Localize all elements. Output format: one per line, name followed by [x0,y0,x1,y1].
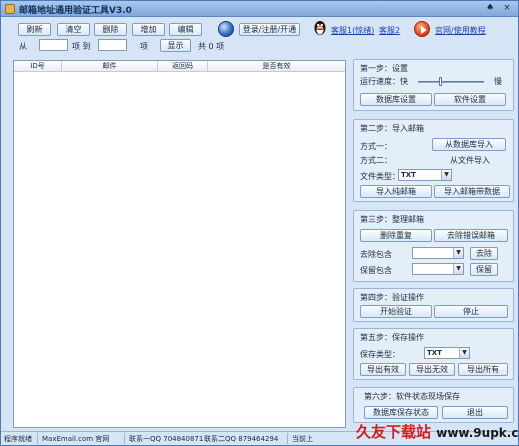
import-from-db-button[interactable]: 从数据库导入 [432,138,506,151]
save-state-button[interactable]: 数据库保存状态 [364,406,438,419]
chevron-down-icon[interactable]: ▼ [453,248,463,258]
total-count: 共 0 项 [198,42,225,51]
remove-button[interactable]: 去除 [470,247,498,260]
remove-contains-select[interactable]: ▼ [412,247,464,259]
method1-label: 方式一： [360,142,392,151]
speed-slider[interactable] [418,81,484,83]
play-icon [414,21,430,37]
status-qq2: 联系二QQ 879464294 [204,435,279,443]
method2-label: 方式二： [360,156,392,165]
from-label: 从 [19,42,27,51]
col-code[interactable]: 返回码 [158,61,208,72]
export-all-button[interactable]: 导出所有 [458,363,508,376]
delete-button[interactable]: 删除 [94,23,127,36]
db-settings-button[interactable]: 数据库设置 [360,93,432,106]
export-valid-button[interactable]: 导出有效 [360,363,406,376]
step2-title: 第二步：导入邮箱 [360,124,424,133]
table-header: ID号 邮件 返回码 是否有效 [14,61,345,72]
help-icon[interactable]: ♠ [484,3,496,14]
show-button[interactable]: 显示 [160,39,191,52]
col-email[interactable]: 邮件 [62,61,158,72]
export-invalid-button[interactable]: 导出无效 [409,363,455,376]
step5-panel: 第五步：保存操作 保存类型： TXT ▼ 导出有效 导出无效 导出所有 [353,328,514,380]
exit-button[interactable]: 退出 [442,406,508,419]
edit-button[interactable]: 编辑 [169,23,202,36]
chevron-down-icon[interactable]: ▼ [453,264,463,274]
app-icon [5,4,15,14]
step6-title: 第六步：软件状态现场保存 [364,392,460,401]
to-label: 项 到 [72,42,91,51]
website-link[interactable]: 官网/使用教程 [435,25,486,36]
status-qq1: 联系一QQ 704840871 [129,435,204,443]
remove-contains-label: 去除包含 [360,250,392,259]
globe-icon [218,21,234,37]
slow-label: 慢 [494,77,502,86]
step1-title: 第一步：设置 [360,64,408,73]
start-verify-button[interactable]: 开始验证 [360,305,432,318]
service1-link[interactable]: 客服1(惊绪) [331,25,374,36]
login-button[interactable]: 登录/注册/开通 [239,23,300,36]
step3-panel: 第三步：整理邮箱 删除重复 去除错误邮箱 去除包含 ▼ 去除 保留包含 ▼ 保留 [353,210,514,282]
service2-link[interactable]: 客服2 [379,25,400,36]
col-id[interactable]: ID号 [14,61,62,72]
window-title: 邮箱地址通用验证工具V3.0 [19,6,132,16]
close-icon[interactable]: × [501,3,513,14]
keep-contains-label: 保留包含 [360,266,392,275]
keep-contains-select[interactable]: ▼ [412,263,464,275]
import-mail-button[interactable]: 导入纯邮箱 [360,185,432,198]
save-type-label: 保存类型： [360,350,400,359]
keep-button[interactable]: 保留 [470,263,498,276]
watermark-url: www.9upk.com [436,426,519,440]
speed-label: 运行速度：快 [360,77,408,86]
remove-invalid-button[interactable]: 去除错误邮箱 [434,229,508,242]
item-label: 项 [140,42,148,51]
import-mail-data-button[interactable]: 导入邮箱带数据 [434,185,510,198]
clear-button[interactable]: 清空 [57,23,90,36]
step3-title: 第三步：整理邮箱 [360,215,424,224]
divider [287,433,288,444]
step2-panel: 第二步：导入邮箱 方式一： 从数据库导入 方式二： 从文件导入 文件类型： TX… [353,119,514,202]
status-current: 当前上 [292,435,313,443]
email-table[interactable]: ID号 邮件 返回码 是否有效 [13,60,346,428]
app-window: 邮箱地址通用验证工具V3.0 ♠ × 刷新 清空 删除 增加 编辑 登录/注册/… [0,0,519,446]
divider [124,433,125,444]
from-input[interactable] [39,39,68,51]
dedupe-button[interactable]: 删除重复 [360,229,432,242]
to-input[interactable] [98,39,127,51]
refresh-button[interactable]: 刷新 [18,23,51,36]
step6-panel: 第六步：软件状态现场保存 数据库保存状态 退出 [353,387,514,423]
chevron-down-icon[interactable]: ▼ [441,170,451,180]
title-bar: 邮箱地址通用验证工具V3.0 ♠ × [1,1,518,17]
step1-panel: 第一步：设置 运行速度：快 慢 数据库设置 软件设置 [353,59,514,111]
qq-penguin-icon [314,21,326,35]
stop-button[interactable]: 停止 [434,305,508,318]
divider [37,433,38,444]
speed-slider-thumb[interactable] [439,77,443,86]
chevron-down-icon[interactable]: ▼ [459,348,469,358]
file-type-label: 文件类型： [360,172,400,181]
status-site: MaxEmail.com 官网 [42,435,110,443]
step4-title: 第四步：验证操作 [360,293,424,302]
col-valid[interactable]: 是否有效 [208,61,345,72]
add-button[interactable]: 增加 [132,23,165,36]
step5-title: 第五步：保存操作 [360,333,424,342]
watermark-text: 久友下载站 [356,423,432,441]
save-type-value: TXT [427,349,442,357]
status-ready: 程序就绪 [4,435,32,443]
from-file-label: 从文件导入 [450,156,490,165]
step4-panel: 第四步：验证操作 开始验证 停止 [353,288,514,322]
watermark: 久友下载站 www.9upk.com [356,421,519,443]
file-type-value: TXT [401,171,416,179]
software-settings-button[interactable]: 软件设置 [434,93,506,106]
file-type-select[interactable]: TXT ▼ [398,169,452,181]
save-type-select[interactable]: TXT ▼ [424,347,470,359]
